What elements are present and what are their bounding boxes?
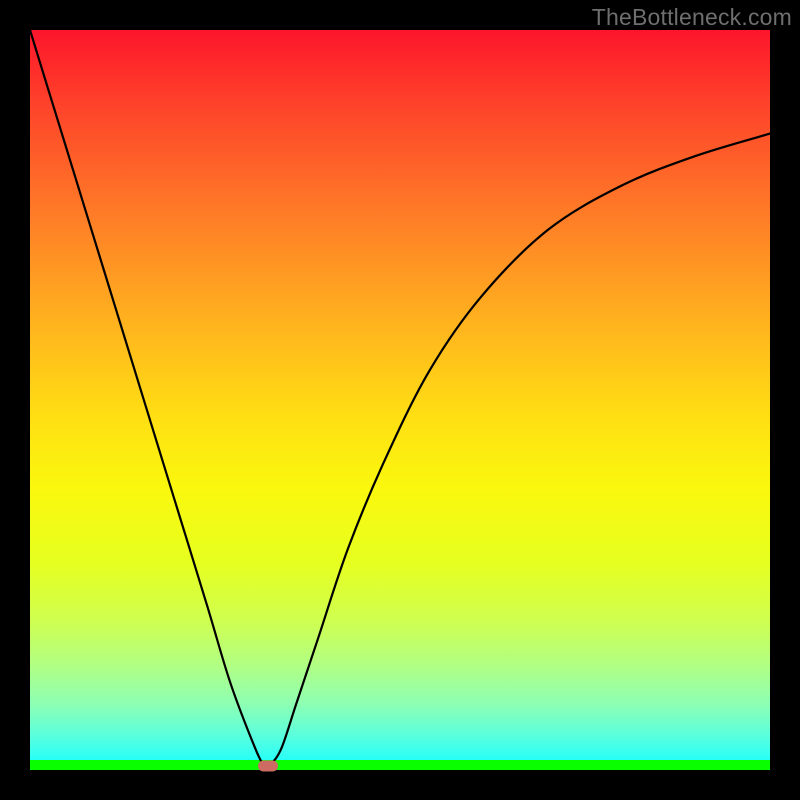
current-config-marker <box>258 760 278 771</box>
watermark-text: TheBottleneck.com <box>592 4 792 31</box>
chart-plot-area <box>30 30 770 770</box>
chart-frame: TheBottleneck.com <box>0 0 800 800</box>
bottleneck-curve <box>30 30 770 770</box>
